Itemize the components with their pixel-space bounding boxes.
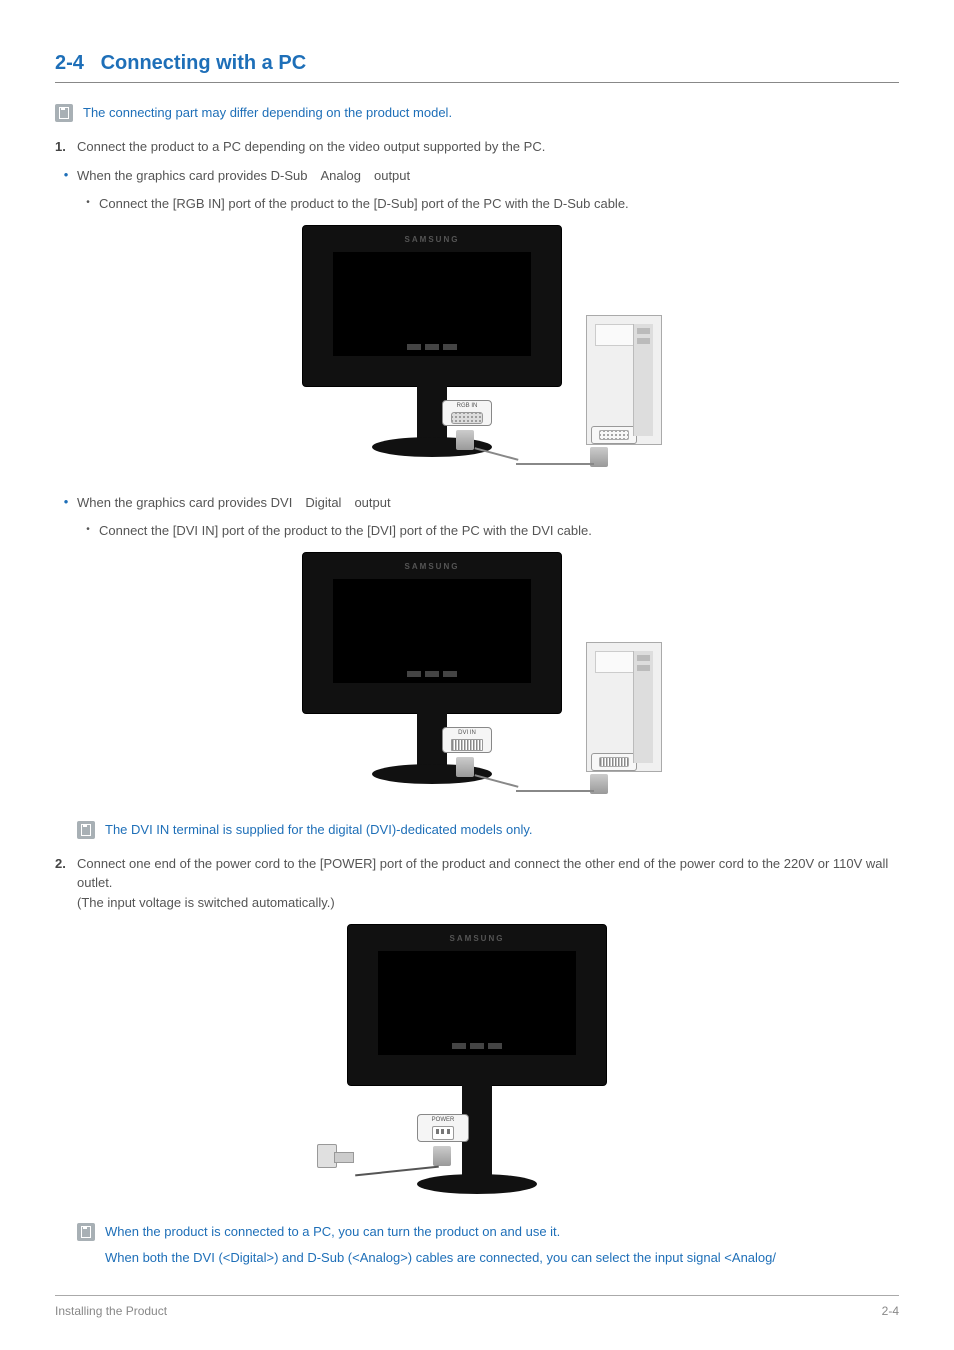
- page-footer: Installing the Product 2-4: [55, 1295, 899, 1320]
- figure-dvi: DVI IN: [55, 552, 899, 802]
- section-heading: 2-4 Connecting with a PC: [55, 48, 899, 83]
- bullet-dvi-sub: • Connect the [DVI IN] port of the produ…: [77, 521, 899, 541]
- power-socket-icon: [432, 1126, 454, 1140]
- note-icon: [77, 1223, 95, 1241]
- note-top-text: The connecting part may differ depending…: [83, 103, 452, 123]
- bullet-dsub-text: When the graphics card provides D-Sub An…: [77, 166, 410, 186]
- note-dvi-text: The DVI IN terminal is supplied for the …: [105, 820, 533, 840]
- rgb-in-port: RGB IN: [442, 400, 492, 426]
- figure-power: POWER: [55, 924, 899, 1204]
- cable-segment: [516, 463, 594, 465]
- cable-plug-monitor: [456, 430, 474, 450]
- vga-connector-icon: [599, 430, 629, 440]
- note-bottom-line1: When the product is connected to a PC, y…: [105, 1222, 776, 1242]
- pc-slots: [633, 324, 653, 436]
- cable-segment: [475, 774, 519, 788]
- section-number: 2-4: [55, 52, 84, 74]
- note-bottom-body: When the product is connected to a PC, y…: [105, 1222, 776, 1267]
- step-2-number: 2.: [55, 854, 77, 874]
- bullet-dvi: • When the graphics card provides DVI Di…: [55, 493, 899, 513]
- note-bottom-line2: When both the DVI (<Digital>) and D-Sub …: [105, 1248, 776, 1268]
- figure-rgb: RGB IN: [55, 225, 899, 475]
- cable-plug-monitor: [456, 757, 474, 777]
- pc-vga-port: [591, 426, 637, 444]
- note-dvi: The DVI IN terminal is supplied for the …: [77, 820, 899, 840]
- monitor-illustration: [347, 924, 607, 1086]
- bullet-dvi-text: When the graphics card provides DVI Digi…: [77, 493, 391, 513]
- bullet-dot-icon: •: [77, 194, 99, 211]
- note-icon: [77, 821, 95, 839]
- step-1-number: 1.: [55, 137, 77, 157]
- step-2: 2. Connect one end of the power cord to …: [55, 854, 899, 913]
- note-top: The connecting part may differ depending…: [55, 103, 899, 123]
- wall-outlet-plug: [317, 1144, 337, 1168]
- dvi-connector-icon: [451, 739, 483, 751]
- bullet-dvi-sub-text: Connect the [DVI IN] port of the product…: [99, 521, 592, 541]
- rgb-in-label: RGB IN: [443, 402, 491, 411]
- monitor-stand-lower: [462, 1136, 492, 1178]
- power-port: POWER: [417, 1114, 469, 1142]
- pc-slots: [633, 651, 653, 763]
- vga-connector-icon: [451, 412, 483, 424]
- bullet-dsub-sub: • Connect the [RGB IN] port of the produ…: [77, 194, 899, 214]
- bullet-dot-icon: •: [55, 493, 77, 511]
- note-bottom: When the product is connected to a PC, y…: [77, 1222, 899, 1267]
- cable-segment: [475, 447, 519, 461]
- power-cable: [355, 1166, 439, 1177]
- step-2-body: Connect one end of the power cord to the…: [77, 854, 899, 913]
- monitor-illustration: [302, 552, 562, 714]
- section-title-text: Connecting with a PC: [101, 52, 307, 74]
- step-2-line1: Connect one end of the power cord to the…: [77, 854, 899, 893]
- power-label: POWER: [418, 1116, 468, 1125]
- pc-dvi-port: [591, 753, 637, 771]
- pc-top-ports: [595, 324, 635, 346]
- step-2-line2: (The input voltage is switched automatic…: [77, 893, 899, 913]
- bullet-dsub: • When the graphics card provides D-Sub …: [55, 166, 899, 186]
- pc-illustration: [586, 642, 662, 772]
- pc-illustration: [586, 315, 662, 445]
- monitor-illustration: [302, 225, 562, 387]
- bullet-dsub-sub-text: Connect the [RGB IN] port of the product…: [99, 194, 629, 214]
- bullet-dot-icon: •: [55, 166, 77, 184]
- note-icon: [55, 104, 73, 122]
- dvi-connector-icon: [599, 757, 629, 767]
- footer-left: Installing the Product: [55, 1302, 167, 1320]
- bullet-dot-icon: •: [77, 521, 99, 538]
- pc-top-ports: [595, 651, 635, 673]
- dvi-in-port: DVI IN: [442, 727, 492, 753]
- power-plug-monitor: [433, 1146, 451, 1166]
- step-1-text: Connect the product to a PC depending on…: [77, 137, 899, 157]
- footer-right: 2-4: [882, 1302, 899, 1320]
- cable-segment: [516, 790, 594, 792]
- dvi-in-label: DVI IN: [443, 729, 491, 738]
- step-1: 1. Connect the product to a PC depending…: [55, 137, 899, 157]
